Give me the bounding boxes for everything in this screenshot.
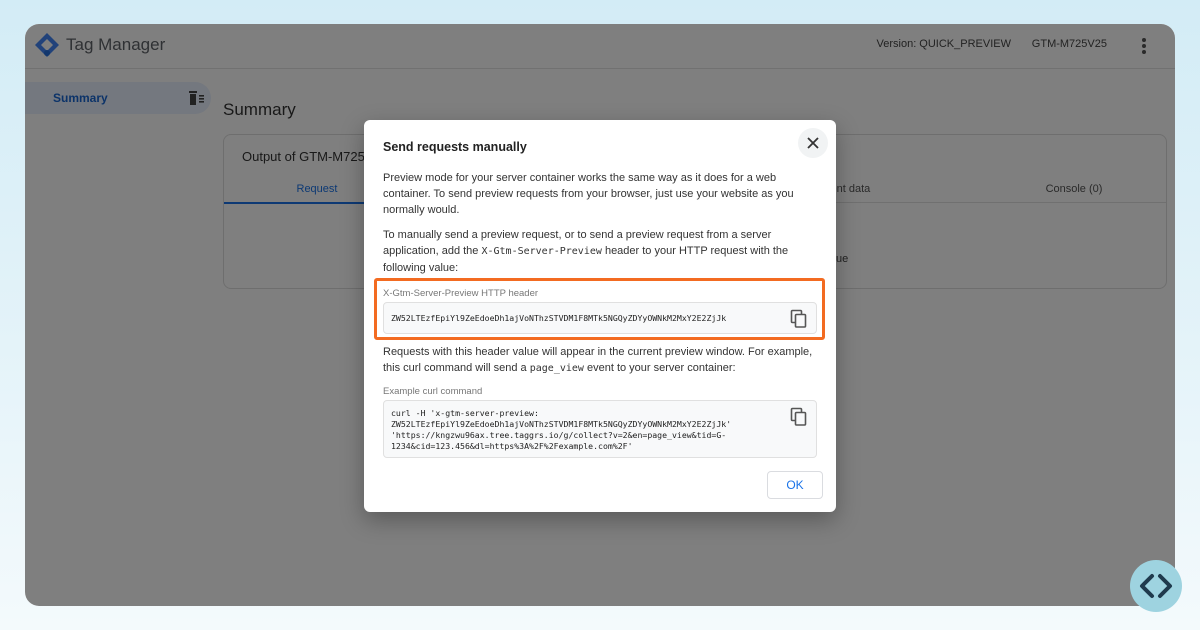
dialog-paragraph-2: To manually send a preview request, or t… bbox=[383, 227, 819, 276]
ok-button[interactable]: OK bbox=[767, 471, 823, 499]
close-icon bbox=[807, 137, 819, 149]
close-button[interactable] bbox=[798, 128, 828, 158]
paragraph-3-text-b: event to your server container: bbox=[583, 362, 736, 374]
header-field-label: X-Gtm-Server-Preview HTTP header bbox=[383, 288, 539, 299]
code-brackets-badge bbox=[1130, 560, 1182, 612]
curl-field-label: Example curl command bbox=[383, 386, 483, 397]
copy-icon[interactable] bbox=[790, 407, 808, 427]
curl-command-box[interactable]: curl -H 'x-gtm-server-preview: ZW52LTEzf… bbox=[383, 400, 817, 458]
dialog-paragraph-3: Requests with this header value will app… bbox=[383, 344, 819, 377]
dialog-paragraph-1: Preview mode for your server container w… bbox=[383, 172, 794, 216]
curl-line-4: 1234&cid=123.456&dl=https%3A%2F%2Fexampl… bbox=[391, 441, 633, 451]
header-value-box[interactable]: ZW52LTEzfEpiYl9ZeEdoeDh1ajVoNThzSTVDM1F8… bbox=[383, 302, 817, 334]
send-requests-dialog: Send requests manually Preview mode for … bbox=[364, 120, 836, 512]
curl-line-2: ZW52LTEzfEpiYl9ZeEdoeDh1ajVoNThzSTVDM1F8… bbox=[391, 419, 732, 429]
code-brackets-icon bbox=[1140, 574, 1172, 598]
curl-line-3: 'https://kngzwu96ax.tree.taggrs.io/g/col… bbox=[391, 430, 727, 440]
copy-icon[interactable] bbox=[790, 309, 808, 329]
page-view-code: page_view bbox=[529, 363, 584, 374]
dialog-title: Send requests manually bbox=[383, 140, 527, 154]
curl-line-1: curl -H 'x-gtm-server-preview: bbox=[391, 408, 539, 418]
header-value-text: ZW52LTEzfEpiYl9ZeEdoeDh1ajVoNThzSTVDM1F8… bbox=[391, 313, 727, 323]
app-window: Tag Manager Version: QUICK_PREVIEW GTM-M… bbox=[25, 24, 1175, 606]
header-name-code: X-Gtm-Server-Preview bbox=[481, 246, 602, 257]
